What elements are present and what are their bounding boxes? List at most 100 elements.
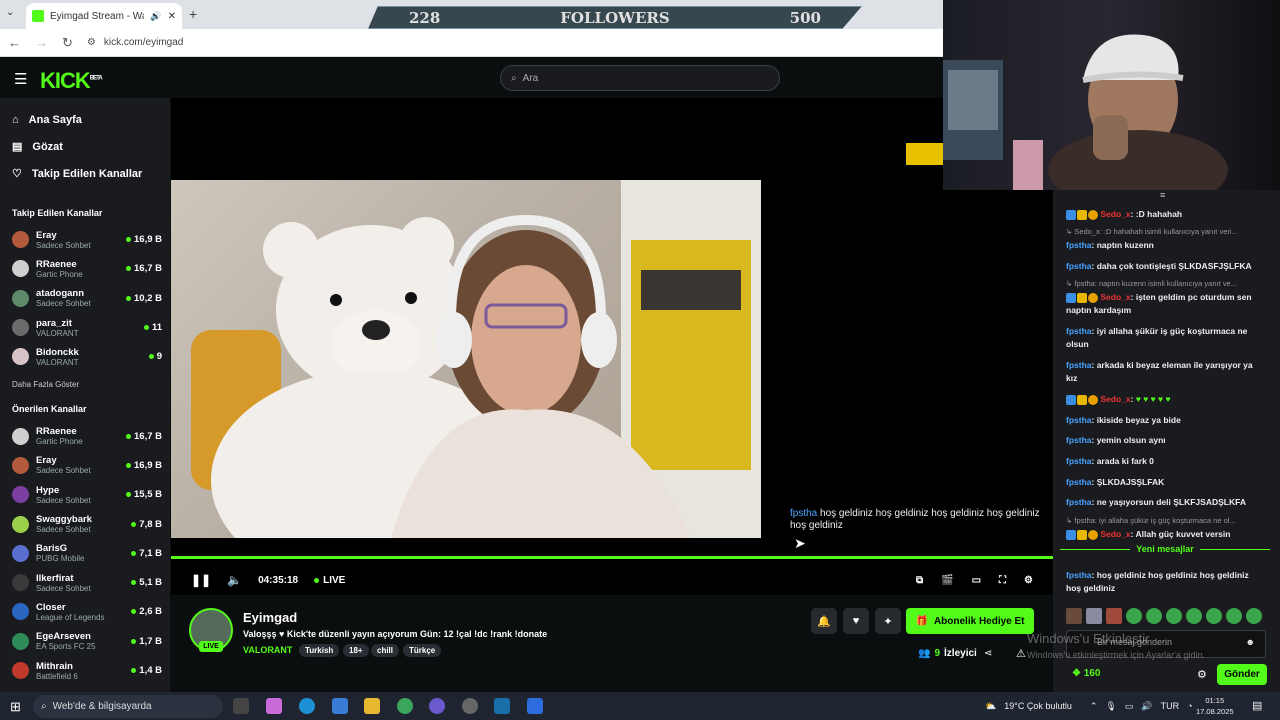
pause-icon[interactable]: ❚❚: [191, 573, 211, 587]
emote-icon[interactable]: [1106, 608, 1122, 624]
channel-item[interactable]: Bidonckk VALORANT 9: [0, 342, 170, 371]
tray-chevron-icon[interactable]: ⌃: [1090, 701, 1098, 712]
notifications-icon[interactable]: ▤: [1252, 699, 1262, 712]
extra-button[interactable]: ✦: [875, 608, 901, 634]
app-icon[interactable]: [429, 698, 445, 714]
chat-username[interactable]: fpstha: [1066, 570, 1092, 580]
tab-close-icon[interactable]: ✕: [168, 11, 176, 22]
emote-icon[interactable]: [1086, 608, 1102, 624]
new-tab-button[interactable]: +: [189, 6, 197, 22]
emote-icon[interactable]: [1226, 608, 1242, 624]
chat-username[interactable]: fpstha: [1066, 240, 1092, 250]
back-icon[interactable]: ←: [8, 35, 21, 50]
channel-item[interactable]: RRaenee Gartic Phone 16,7 B: [0, 421, 170, 450]
report-icon[interactable]: ⚠: [1016, 647, 1026, 660]
tab-list-chevron-icon[interactable]: ⌄: [6, 7, 14, 18]
channel-item[interactable]: Mithrain Battlefield 6 1,4 B: [0, 656, 170, 685]
mic-icon[interactable]: 🎙: [1105, 701, 1116, 712]
url-text[interactable]: kick.com/eyimgad: [104, 37, 183, 48]
wifi-icon[interactable]: ◔: [1187, 701, 1192, 711]
channel-item[interactable]: Swaggybark Sadece Sohbet 7,8 B: [0, 509, 170, 538]
chrome-icon[interactable]: [397, 698, 413, 714]
task-view-icon[interactable]: [233, 698, 249, 714]
menu-icon[interactable]: ☰: [14, 70, 27, 88]
gift-subscription-button[interactable]: 🎁 Abonelik Hediye Et: [906, 608, 1034, 634]
emote-icon[interactable]: [1206, 608, 1222, 624]
store-icon[interactable]: [332, 698, 348, 714]
chat-username[interactable]: fpstha: [1066, 326, 1092, 336]
tag[interactable]: Türkçe: [403, 644, 442, 657]
channel-item[interactable]: Eray Sadece Sohbet 16,9 B: [0, 451, 170, 480]
chat-username[interactable]: Sedo_x: [1100, 209, 1130, 219]
taskbar-search[interactable]: ⌕ Web'de & bilgisayarda: [33, 695, 223, 718]
volume-icon[interactable]: 🔈: [227, 573, 242, 587]
taskbar-clock[interactable]: 01:15 17.08.2025: [1196, 695, 1234, 717]
channel-item[interactable]: RRaenee Gartic Phone 16,7 B: [0, 254, 170, 283]
tab-audio-icon[interactable]: 🔊: [150, 11, 161, 22]
streamer-name[interactable]: Eyimgad: [243, 610, 297, 625]
chat-settings-icon[interactable]: ⚙: [1197, 668, 1207, 681]
chat-username[interactable]: Sedo_x: [1100, 394, 1130, 404]
app-icon[interactable]: [462, 698, 478, 714]
channel-item[interactable]: atadogann Sadece Sohbet 10,2 B: [0, 284, 170, 313]
channel-points[interactable]: ❖ 160: [1072, 668, 1100, 679]
follow-button[interactable]: ♥: [843, 608, 869, 634]
volume-icon[interactable]: 🔊: [1141, 701, 1152, 712]
copilot-icon[interactable]: [266, 698, 282, 714]
channel-item[interactable]: Closer League of Legends 2,6 B: [0, 597, 170, 626]
chat-username[interactable]: fpstha: [1066, 435, 1092, 445]
emote-icon[interactable]: [1146, 608, 1162, 624]
chat-username[interactable]: fpstha: [1066, 261, 1092, 271]
pip-icon[interactable]: ⧉: [916, 575, 923, 586]
nav-browse[interactable]: ▤ Gözat: [0, 133, 170, 160]
tag[interactable]: Turkish: [299, 644, 340, 657]
tag[interactable]: 18+: [343, 644, 369, 657]
chat-username[interactable]: fpstha: [1066, 415, 1092, 425]
chat-username[interactable]: Sedo_x: [1100, 529, 1130, 539]
share-icon[interactable]: ⋖: [984, 648, 992, 659]
file-explorer-icon[interactable]: [364, 698, 380, 714]
nav-home[interactable]: ⌂ Ana Sayfa: [0, 106, 170, 133]
channel-item[interactable]: Eray Sadece Sohbet 16,9 B: [0, 225, 170, 254]
forward-icon[interactable]: →: [35, 35, 48, 50]
stream-category[interactable]: VALORANT: [243, 645, 292, 655]
chat-username[interactable]: fpstha: [1066, 497, 1092, 507]
emote-icon[interactable]: [1066, 608, 1082, 624]
steam-icon[interactable]: [494, 698, 510, 714]
fullscreen-icon[interactable]: ⛶: [999, 575, 1006, 586]
reload-icon[interactable]: ↻: [62, 35, 73, 51]
emote-icon[interactable]: [1186, 608, 1202, 624]
notification-bell-button[interactable]: 🔔: [811, 608, 837, 634]
chat-collapse-icon[interactable]: ≡: [1160, 190, 1165, 200]
emoji-icon[interactable]: ☻: [1246, 637, 1255, 647]
kick-logo[interactable]: KICKBETA: [40, 68, 103, 94]
emote-icon[interactable]: [1166, 608, 1182, 624]
edge-icon[interactable]: [299, 698, 315, 714]
browser-tab[interactable]: Eyimgad Stream - Watch Li 🔊 ✕: [26, 3, 182, 29]
search-input[interactable]: ⌕ Ara: [500, 65, 780, 91]
clip-icon[interactable]: 🎬: [941, 575, 953, 586]
app-icon[interactable]: [527, 698, 543, 714]
channel-item[interactable]: EgeArseven EA Sports FC 25 1,7 B: [0, 627, 170, 656]
emote-icon[interactable]: [1126, 608, 1142, 624]
chat-username[interactable]: fpstha: [1066, 360, 1092, 370]
show-more-link[interactable]: Daha Fazla Göster: [0, 371, 170, 397]
language-indicator[interactable]: TUR: [1161, 701, 1180, 711]
nav-following[interactable]: ♡ Takip Edilen Kanallar: [0, 160, 170, 187]
emote-icon[interactable]: [1246, 608, 1262, 624]
network-icon[interactable]: ▭: [1125, 701, 1134, 712]
tag[interactable]: chill: [371, 644, 400, 657]
settings-icon[interactable]: ⚙: [1024, 575, 1033, 586]
live-progress-bar[interactable]: [171, 556, 1053, 559]
chat-username[interactable]: fpstha: [1066, 456, 1092, 466]
chat-username[interactable]: fpstha: [1066, 477, 1092, 487]
site-info-icon[interactable]: ⚙: [87, 37, 96, 48]
theater-mode-icon[interactable]: ▭: [972, 575, 981, 586]
channel-item[interactable]: Hype Sadece Sohbet 15,5 B: [0, 480, 170, 509]
send-button[interactable]: Gönder: [1217, 664, 1267, 685]
weather-icon[interactable]: ⛅: [985, 701, 996, 712]
channel-item[interactable]: BarisG PUBG Mobile 7,1 B: [0, 539, 170, 568]
windows-start-icon[interactable]: ⊞: [10, 699, 21, 715]
weather-text[interactable]: 19°C Çok bulutlu: [1004, 701, 1072, 711]
channel-item[interactable]: Ilkerfirat Sadece Sohbet 5,1 B: [0, 568, 170, 597]
